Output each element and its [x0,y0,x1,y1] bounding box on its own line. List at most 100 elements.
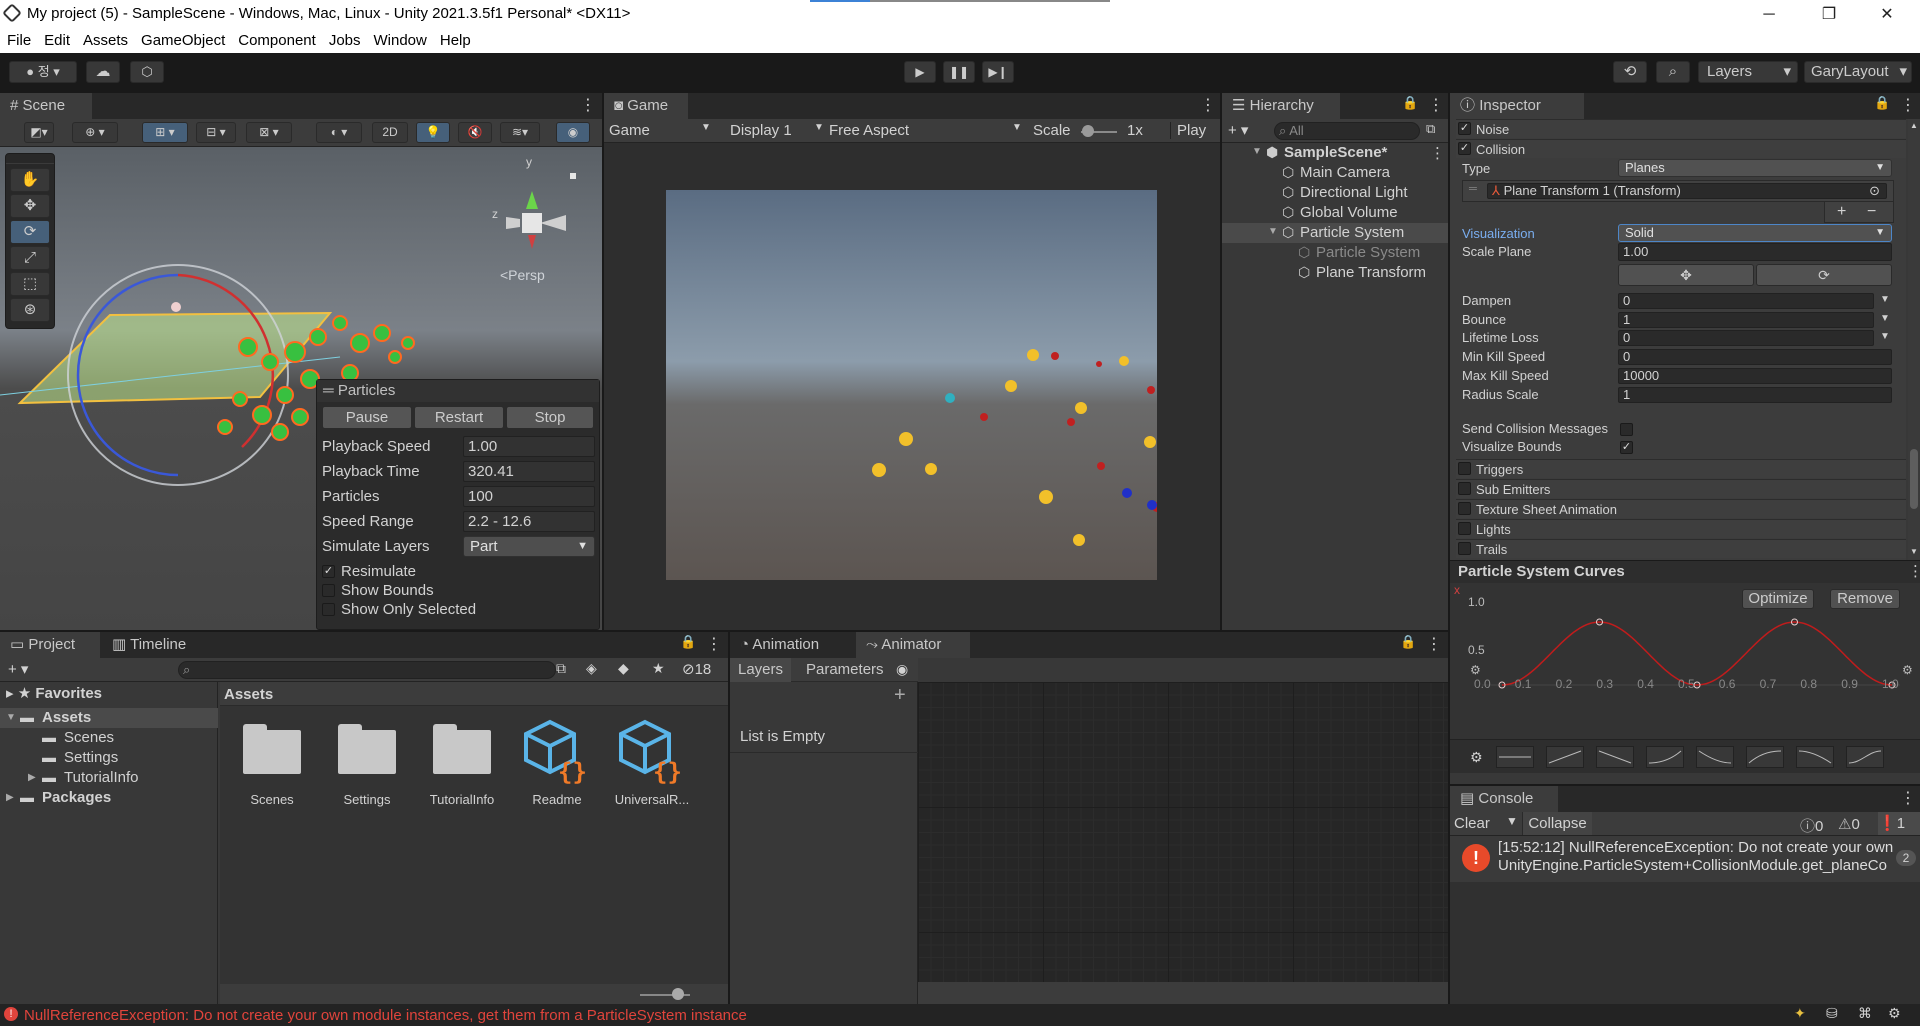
stop-button[interactable]: Stop [506,406,594,429]
curve-preset[interactable] [1746,746,1784,768]
module-checkbox[interactable] [1458,502,1471,515]
tab-animation[interactable]: ◔ Animation [730,632,854,658]
lock-icon[interactable]: 🔒 [1400,634,1416,650]
tab-inspector[interactable]: ⓘ Inspector [1450,93,1584,119]
project-search-input[interactable]: ⌕ [178,661,556,679]
more-icon[interactable]: ⋮ [580,95,596,115]
curve-preset[interactable] [1696,746,1734,768]
transform-tool-icon[interactable]: ⊛ [10,298,50,322]
menu-jobs[interactable]: Jobs [322,29,367,49]
module-header-noise[interactable]: ✓ Noise [1456,119,1906,138]
particles-row-value[interactable]: 2.2 - 12.6 [463,511,595,532]
lock-icon[interactable]: 🔒 [1874,95,1890,111]
inspector-scrollbar[interactable]: ▲ ▼ [1908,119,1920,560]
curve-preset[interactable] [1496,746,1534,768]
chevron-down-icon[interactable]: ▼ [1880,294,1890,305]
chevron-down-icon[interactable]: ▼ [1880,331,1890,342]
cloud-icon[interactable]: ☁ [86,61,120,83]
chevron-down-icon[interactable]: ▼ [1880,313,1890,324]
module-checkbox[interactable] [1458,462,1471,475]
cache-server-icon[interactable]: ⛁ [1826,1005,1838,1022]
eye-icon[interactable]: ◉ [896,661,908,678]
draw-mode-icon[interactable]: ◐ ▾ [316,122,362,143]
error-count-toggle[interactable]: ❗1 [1878,812,1920,835]
curve-preset[interactable] [1546,746,1584,768]
account-dropdown[interactable]: ● 정 ▾ [9,61,77,83]
module-header[interactable]: Lights [1456,519,1906,538]
type-dropdown[interactable]: Planes ▼ [1618,159,1892,177]
curve-editor[interactable]: x Optimize Remove 1.0 0.5 0.0 0.1 0.2 0.3 0.4… [1450,583,1920,739]
more-icon[interactable]: ⋮ [1200,95,1216,115]
more-icon[interactable]: ⋮ [1900,788,1916,808]
favorites-item[interactable]: ▸ ★ Favorites [6,684,102,702]
more-icon[interactable]: ⋮ [1908,562,1920,580]
module-checkbox[interactable]: ✓ [1458,122,1471,135]
particles-row-value[interactable]: 320.41 [463,461,595,482]
rect-tool-icon[interactable]: ⬚ [10,272,50,296]
hierarchy-search-input[interactable]: ⌕ All [1274,122,1420,140]
menu-edit[interactable]: Edit [37,29,76,49]
collab-icon[interactable]: ⬡ [130,61,164,83]
create-icon[interactable]: + ▾ [8,660,28,678]
tab-project[interactable]: ▭ Project [0,632,100,658]
particles-overlay-header[interactable]: ═ Particles [317,380,599,402]
project-tree-item[interactable]: ▼ ▬ Assets [0,708,218,728]
lighting-icon[interactable]: 💡 [416,122,450,143]
tab-timeline[interactable]: ▥ Timeline [102,632,202,658]
scale-slider-thumb[interactable] [1082,125,1094,137]
module-checkbox[interactable] [1458,522,1471,535]
rotate-tool-icon[interactable]: ⟳ [10,220,50,244]
tab-scene[interactable]: # Scene [0,93,92,119]
play-focus-dropdown[interactable]: Play [1170,122,1206,139]
lightbulb-icon[interactable]: ✦ [1794,1005,1806,1022]
pivot-icon[interactable]: ⊞ ▾ [142,122,188,143]
scrollbar-thumb[interactable] [1910,449,1918,509]
hierarchy-item[interactable]: ⬡ Global Volume [1222,203,1448,223]
hierarchy-item[interactable]: ⬡ Main Camera [1222,163,1448,183]
shading-mode-icon[interactable]: ◩▾ [24,122,54,143]
module-checkbox[interactable] [1458,542,1471,555]
hidden-packages-toggle[interactable]: ⊘18 [682,660,711,678]
favorite-icon[interactable]: ★ [652,660,665,677]
step-button[interactable]: ▶❙ [982,61,1014,83]
layout-dropdown[interactable]: GaryLayout ▾ [1804,61,1912,83]
move-plane-button[interactable]: ✥ [1618,264,1754,286]
visibility-icon[interactable]: ◉ [556,122,590,143]
scale-plane-input[interactable]: 1.00 [1618,243,1892,261]
add-layer-icon[interactable]: + [894,684,906,707]
chevron-down-icon[interactable]: ▼ [1506,814,1518,828]
particles-row-value[interactable]: 100 [463,486,595,507]
expand-arrow-icon[interactable]: ▶ [28,772,36,783]
module-header[interactable]: Trails [1456,539,1906,558]
settings-icon[interactable]: ⚙ [1888,1005,1901,1022]
visualization-dropdown[interactable]: Solid ▼ [1618,224,1892,242]
module-checkbox[interactable]: ✓ [1458,142,1471,155]
scroll-down-icon[interactable]: ▼ [1910,547,1918,556]
drag-handle-icon[interactable]: ═ [1469,183,1477,195]
play-button[interactable]: ▶ [904,61,936,83]
tab-layers[interactable]: Layers [730,658,792,682]
module-header[interactable]: Triggers [1456,459,1906,478]
tab-parameters[interactable]: Parameters [798,658,892,682]
icon-size-thumb[interactable] [672,988,684,1000]
expand-arrow-icon[interactable]: ▼ [6,712,16,723]
curve-preset[interactable] [1846,746,1884,768]
particles-row-value[interactable]: 1.00 [463,436,595,457]
asset-item[interactable]: TutorialInfo [419,718,505,818]
curve-preset[interactable] [1646,746,1684,768]
more-icon[interactable]: ⋮ [706,634,722,654]
warning-count-toggle[interactable]: ⚠0 [1838,815,1860,833]
menu-assets[interactable]: Assets [76,29,134,49]
persp-label[interactable]: <Persp [500,267,545,283]
checkbox[interactable]: ✓ [322,565,335,578]
object-picker-icon[interactable]: ⊙ [1869,184,1880,198]
menu-component[interactable]: Component [231,29,322,49]
add-icon[interactable]: + ▾ [1228,121,1248,139]
console-entry[interactable]: ! [15:52:12] NullReferenceException: Do … [1450,836,1920,882]
maximize-button[interactable]: ❐ [1806,0,1852,29]
snap-increment-icon[interactable]: ⊠ ▾ [246,122,292,143]
checkbox[interactable] [322,584,335,597]
collision-field-input[interactable]: 0 [1618,293,1874,309]
display-dropdown[interactable]: Display 1 ▼ [730,122,826,139]
scale-tool-icon[interactable]: ⤢ [10,246,50,270]
